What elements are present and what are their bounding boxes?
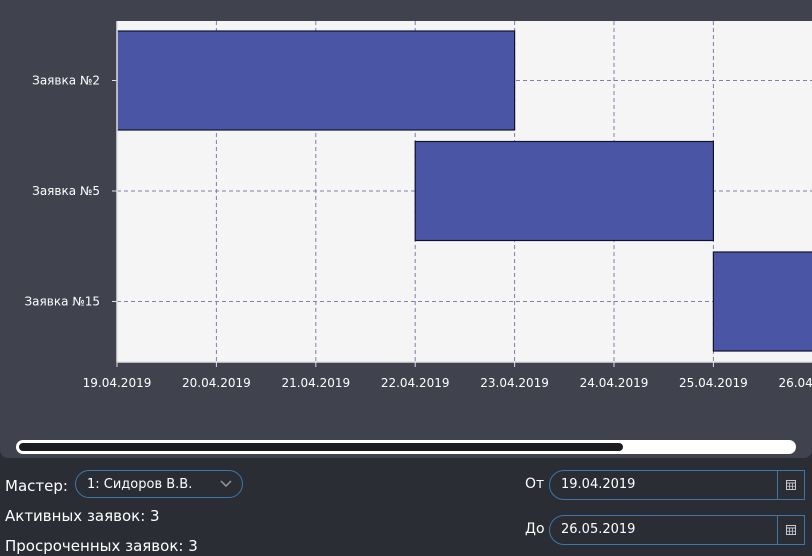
chevron-down-icon bbox=[220, 480, 232, 487]
x-tick-label: 19.04.2019 bbox=[83, 376, 152, 390]
date-to-picker[interactable]: 26.05.2019 bbox=[549, 515, 805, 545]
chart-panel: 19.04.2019 20.04.2019 21.04.2019 22.04.2019… bbox=[0, 0, 812, 458]
x-tick-label: 24.04.2019 bbox=[580, 376, 649, 390]
y-category-label: Заявка №2 bbox=[32, 74, 100, 88]
date-from-picker[interactable]: 19.04.2019 bbox=[549, 470, 805, 500]
date-to-label: До bbox=[525, 521, 545, 537]
y-category-label: Заявка №5 bbox=[32, 184, 100, 198]
task-bar bbox=[116, 30, 516, 131]
x-tick-label: 21.04.2019 bbox=[281, 376, 350, 390]
task-bar bbox=[414, 140, 715, 242]
date-to-calendar-button[interactable] bbox=[777, 516, 804, 544]
date-from-label: От bbox=[525, 476, 545, 492]
calendar-icon bbox=[786, 525, 796, 535]
calendar-icon bbox=[786, 480, 796, 490]
filter-form: Мастер: 1: Сидоров В.В. Активных заявок:… bbox=[0, 458, 812, 556]
x-tick-label: 22.04.2019 bbox=[381, 376, 450, 390]
x-tick-label: 20.04.2019 bbox=[182, 376, 251, 390]
overdue-requests-count: Просроченных заявок: 3 bbox=[5, 537, 198, 555]
gantt-chart: 19.04.2019 20.04.2019 21.04.2019 22.04.2019… bbox=[24, 21, 812, 390]
x-tick-label: 25.04.2019 bbox=[679, 376, 748, 390]
x-tick-label: 26.04.2019 bbox=[778, 376, 812, 390]
scrollbar-thumb[interactable] bbox=[19, 443, 623, 451]
date-to-value[interactable]: 26.05.2019 bbox=[561, 522, 635, 537]
master-select[interactable]: 1: Сидоров В.В. bbox=[75, 470, 243, 498]
y-category-label: Заявка №15 bbox=[24, 295, 100, 309]
task-bar bbox=[712, 251, 812, 352]
date-from-value[interactable]: 19.04.2019 bbox=[561, 477, 635, 492]
horizontal-scrollbar[interactable] bbox=[16, 440, 796, 454]
date-from-calendar-button[interactable] bbox=[777, 471, 804, 499]
master-label: Мастер: bbox=[5, 477, 68, 495]
active-requests-count: Активных заявок: 3 bbox=[5, 507, 160, 525]
x-tick-label: 23.04.2019 bbox=[480, 376, 549, 390]
master-select-value: 1: Сидоров В.В. bbox=[87, 477, 193, 492]
